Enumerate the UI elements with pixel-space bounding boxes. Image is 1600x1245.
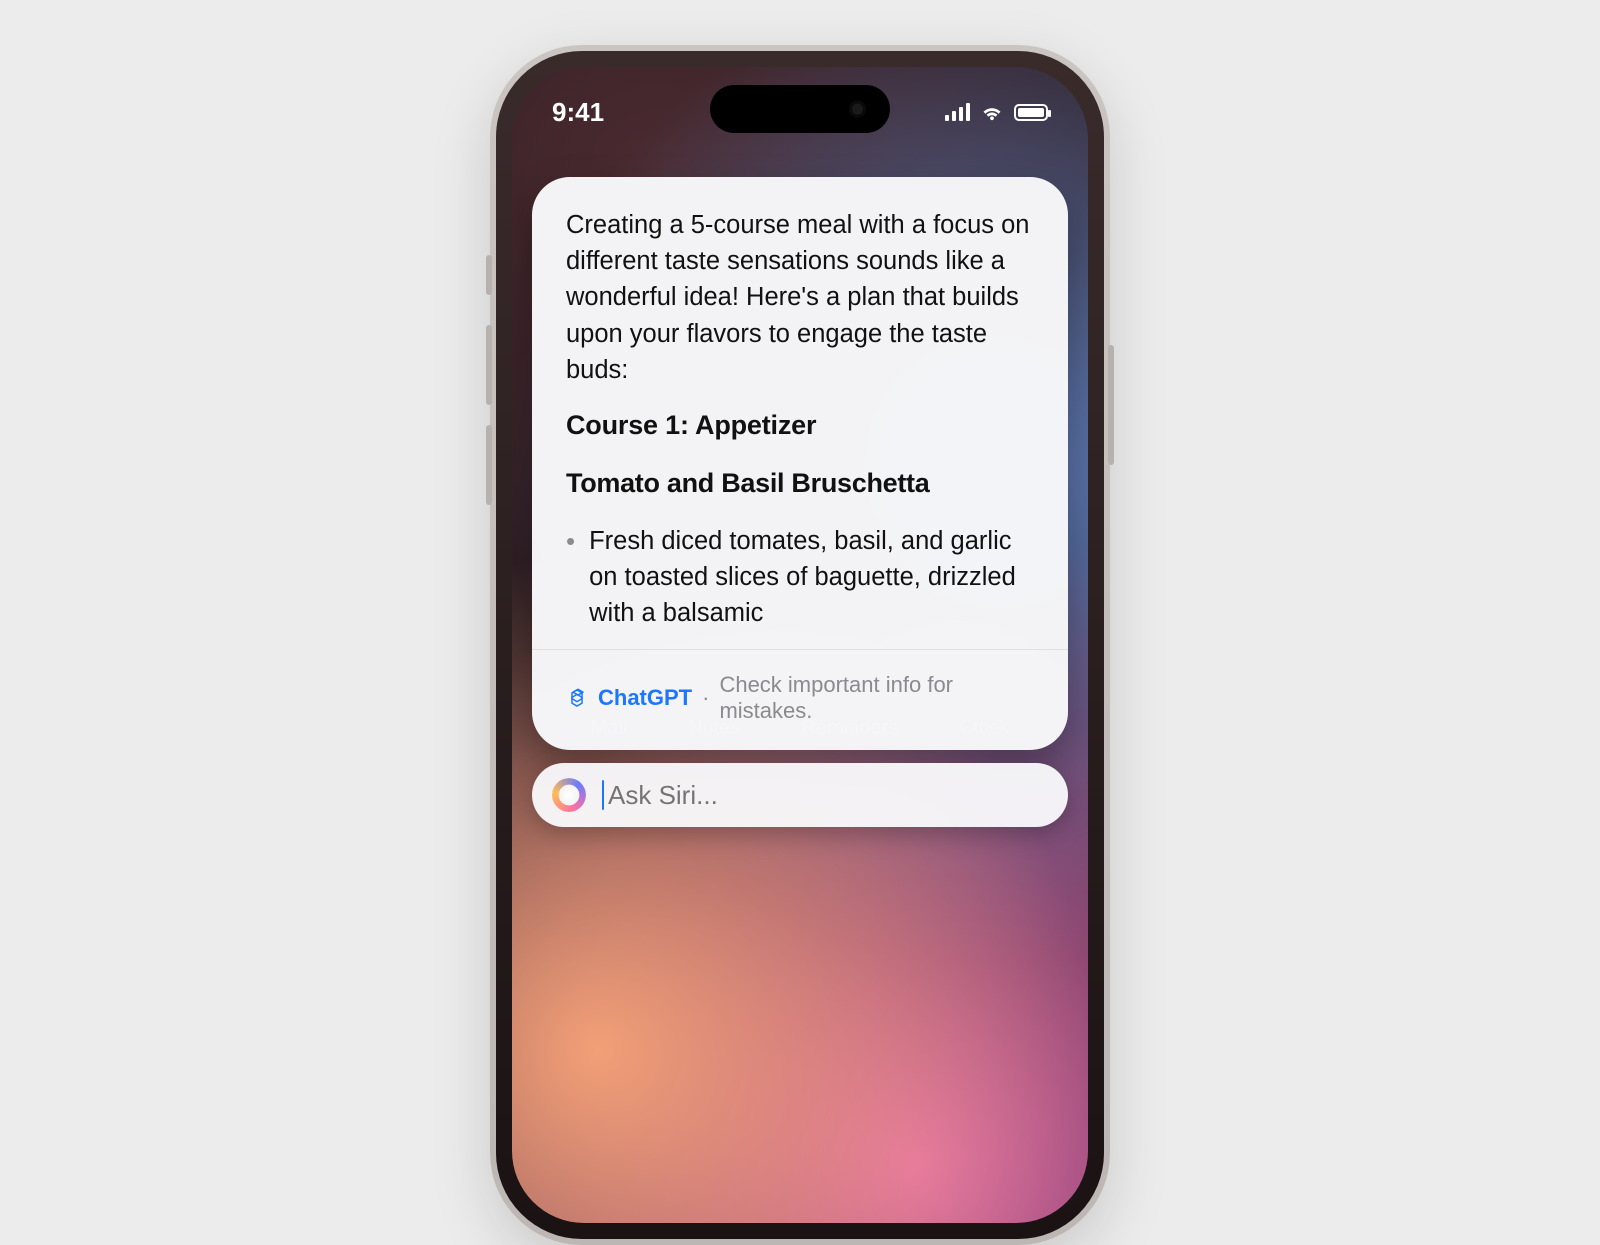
siri-text-input[interactable]	[608, 780, 1048, 811]
status-time: 9:41	[552, 97, 604, 128]
text-cursor	[602, 780, 604, 810]
battery-icon	[1014, 104, 1048, 121]
mute-switch	[486, 255, 492, 295]
siri-response-card[interactable]: Creating a 5-course meal with a focus on…	[532, 177, 1068, 750]
wifi-icon	[980, 103, 1004, 121]
response-dish-heading: Tomato and Basil Bruschetta	[566, 464, 1034, 502]
response-bullet: • Fresh diced tomates, basil, and garlic…	[566, 523, 1034, 632]
bullet-icon: •	[566, 523, 575, 632]
side-button	[1108, 345, 1114, 465]
volume-down-button	[486, 425, 492, 505]
cellular-signal-icon	[945, 103, 970, 121]
volume-up-button	[486, 325, 492, 405]
response-body: Creating a 5-course meal with a focus on…	[532, 177, 1068, 649]
response-course-heading: Course 1: Appetizer	[566, 406, 1034, 444]
openai-logo-icon	[566, 687, 588, 709]
response-source-name[interactable]: ChatGPT	[598, 685, 692, 711]
phone-screen: 9:41 Mail Notes Reminders	[512, 67, 1088, 1223]
response-disclaimer: Check important info for mistakes.	[719, 672, 1034, 724]
response-attribution: ChatGPT · Check important info for mista…	[532, 649, 1068, 750]
status-bar: 9:41	[512, 89, 1088, 135]
response-intro: Creating a 5-course meal with a focus on…	[566, 207, 1034, 388]
siri-orb-icon	[552, 778, 586, 812]
separator: ·	[702, 685, 709, 711]
iphone-frame: 9:41 Mail Notes Reminders	[490, 45, 1110, 1245]
response-bullet-text: Fresh diced tomates, basil, and garlic o…	[589, 523, 1034, 632]
siri-input-bar[interactable]	[532, 763, 1068, 827]
